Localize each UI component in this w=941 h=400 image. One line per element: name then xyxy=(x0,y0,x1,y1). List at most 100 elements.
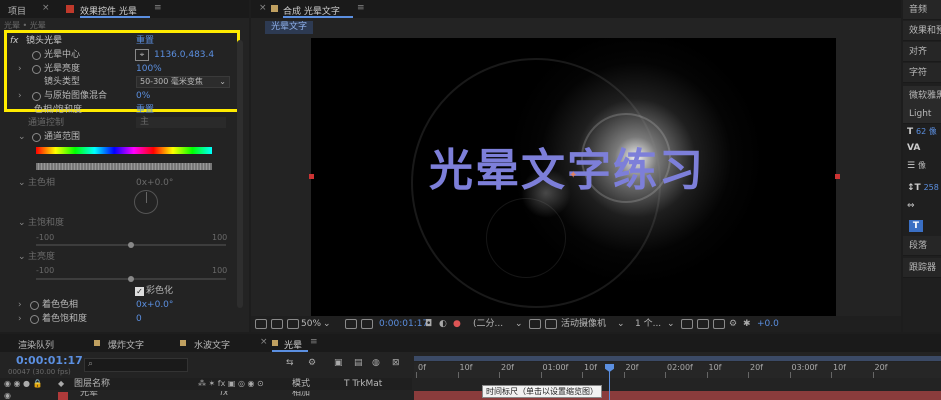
layer-label-color[interactable] xyxy=(58,392,68,400)
exposure-value[interactable]: +0.0 xyxy=(757,316,779,332)
stroke-row[interactable]: ☰ 像 xyxy=(907,158,926,174)
font-size-row[interactable]: T 62 像 xyxy=(907,124,941,140)
chevron-down-icon[interactable]: ⌄ xyxy=(323,316,331,332)
effect-header-row-2[interactable]: 色相/饱和度 重置 xyxy=(0,103,249,117)
graph-editor-icon[interactable]: ⊠ xyxy=(392,358,400,368)
composition-breadcrumb[interactable]: 光晕文字 xyxy=(265,21,314,34)
frame-blend-icon[interactable]: ▤ xyxy=(354,358,363,368)
chevron-down-icon[interactable]: ⌄ xyxy=(667,316,675,332)
color-channel-icon[interactable]: ● xyxy=(453,316,461,332)
camera-dropdown[interactable]: 活动摄像机 xyxy=(561,316,606,332)
tab-project[interactable]: 项目 xyxy=(8,4,26,17)
close-icon[interactable]: × xyxy=(260,337,268,347)
close-icon[interactable]: × xyxy=(259,3,267,13)
expand-arrow-icon[interactable]: › xyxy=(18,298,28,312)
timeline-timecode[interactable]: 0:00:01:17 xyxy=(16,354,83,367)
lock-icon[interactable]: × xyxy=(42,3,50,13)
always-preview-icon[interactable] xyxy=(255,319,267,329)
tab-ripple-text[interactable]: 水波文字 xyxy=(194,338,230,351)
font-size-value[interactable]: 62 像 xyxy=(916,127,937,136)
channel-range-row[interactable]: ⌄ 通道范围 xyxy=(0,130,249,144)
stopwatch-icon[interactable] xyxy=(32,133,41,142)
viewer-timecode[interactable]: 0:00:01:17 xyxy=(379,316,428,332)
panel-align[interactable]: 对齐 xyxy=(903,42,941,62)
anchor-point-icon[interactable]: ✦ xyxy=(569,171,579,181)
column-trkmat[interactable]: T TrkMat xyxy=(344,378,382,390)
column-layer-name[interactable]: 图层名称 xyxy=(74,378,110,390)
motion-blur-icon[interactable]: ◍ xyxy=(372,358,380,368)
prop-value[interactable]: 0 xyxy=(136,312,142,326)
tab-render-queue[interactable]: 渲染队列 xyxy=(18,338,54,351)
timeline-icon[interactable] xyxy=(713,319,725,329)
stopwatch-icon[interactable] xyxy=(30,301,39,310)
reset-exposure-icon[interactable]: ✱ xyxy=(743,316,751,332)
composition-viewer[interactable]: 光晕文字练习 ✦ xyxy=(311,38,836,318)
hue-dial[interactable] xyxy=(134,190,158,214)
work-area-bar[interactable] xyxy=(414,356,941,361)
frame-handle-right[interactable] xyxy=(835,174,840,179)
master-saturation-row[interactable]: ⌄ 主饱和度 xyxy=(0,216,249,230)
comp-mini-flowchart-icon[interactable]: ⇆ xyxy=(286,358,294,368)
layer-visibility-icon[interactable]: ◉ xyxy=(4,391,11,400)
prop-value[interactable]: 0x+0.0° xyxy=(136,176,173,190)
colorize-row[interactable]: ✓ 彩色化 xyxy=(0,284,249,298)
vertical-scale-row[interactable]: ↕T 258 % xyxy=(907,180,941,196)
stroke-value[interactable]: 像 xyxy=(918,161,926,170)
region-icon[interactable] xyxy=(271,319,283,329)
camera-icon[interactable]: ◘ xyxy=(425,316,432,332)
region-of-interest-icon[interactable] xyxy=(529,319,541,329)
transparency-grid-icon[interactable] xyxy=(545,319,557,329)
views-dropdown[interactable]: 1 个... xyxy=(635,316,661,332)
tsume-row[interactable]: ⇔ xyxy=(907,198,915,214)
layer-mode[interactable]: 相加 xyxy=(292,391,310,398)
draft-3d-icon[interactable]: ⚙ xyxy=(308,358,316,368)
zoom-dropdown[interactable]: 50% xyxy=(301,316,321,332)
panel-menu-icon[interactable]: ≡ xyxy=(310,337,318,347)
expand-arrow-icon[interactable]: › xyxy=(18,312,28,326)
panel-character[interactable]: 字符 xyxy=(903,63,941,83)
expand-arrow-icon[interactable]: ⌄ xyxy=(18,176,28,190)
panel-menu-icon[interactable]: ≡ xyxy=(357,3,365,13)
prop-value[interactable]: 0x+0.0° xyxy=(136,298,173,312)
mask-view-icon[interactable] xyxy=(287,319,299,329)
panel-effects-presets[interactable]: 效果和预设 xyxy=(903,21,941,41)
channel-control-row[interactable]: 通道控制 主 xyxy=(0,116,249,130)
layer-row[interactable]: ◉ 光晕 fx 相加 xyxy=(0,391,412,400)
kerning-row[interactable]: VA xyxy=(907,140,920,156)
colorize-sat-row[interactable]: › 着色饱和度 0 xyxy=(0,312,249,326)
chevron-down-icon[interactable]: ⌄ xyxy=(515,316,523,332)
expand-arrow-icon[interactable]: ⌄ xyxy=(18,250,28,264)
panel-tracker[interactable]: 跟踪器 xyxy=(903,258,941,278)
font-family-dropdown[interactable]: 微软雅黑 xyxy=(903,86,941,106)
column-mode[interactable]: 模式 xyxy=(292,378,310,390)
shy-icon[interactable]: ▣ xyxy=(334,358,343,368)
resolution-dropdown[interactable]: (二分... xyxy=(473,316,503,332)
colorize-hue-row[interactable]: › 着色色相 0x+0.0° xyxy=(0,298,249,312)
toggle-icon[interactable] xyxy=(681,319,693,329)
font-style-dropdown[interactable]: Light xyxy=(903,104,941,124)
layer-fx-icon[interactable]: fx xyxy=(220,391,229,398)
tab-explode-text[interactable]: 爆炸文字 xyxy=(108,338,144,351)
saturation-slider-knob[interactable] xyxy=(128,242,134,248)
title-text[interactable]: 光晕文字练习 xyxy=(429,134,705,198)
frame-handle-left[interactable] xyxy=(309,174,314,179)
lightness-slider-knob[interactable] xyxy=(128,276,134,282)
time-ruler[interactable]: 0f 10f 20f 01:00f 10f 20f 02:00f 10f 20f 03:00f 10… xyxy=(414,362,941,378)
grid-icon[interactable] xyxy=(361,319,373,329)
chevron-down-icon[interactable]: ⌄ xyxy=(617,316,625,332)
faux-bold-button[interactable]: T xyxy=(909,220,923,232)
vertical-scale-value[interactable]: 258 % xyxy=(924,183,941,192)
show-snapshot-icon[interactable]: ◐ xyxy=(439,316,447,332)
panel-paragraph[interactable]: 段落 xyxy=(903,236,941,256)
expand-arrow-icon[interactable]: ⌄ xyxy=(18,130,28,144)
stopwatch-icon[interactable] xyxy=(30,315,39,324)
panel-audio[interactable]: 音频 xyxy=(903,0,941,20)
master-lightness-row[interactable]: ⌄ 主亮度 xyxy=(0,250,249,264)
prop-value[interactable]: 主 xyxy=(136,117,226,128)
reset-link[interactable]: 重置 xyxy=(136,103,154,117)
layer-name[interactable]: 光晕 xyxy=(80,391,98,398)
master-hue-row[interactable]: ⌄ 主色相 0x+0.0° xyxy=(0,176,249,190)
flowchart-icon[interactable]: ⚙ xyxy=(729,316,737,332)
layer-search-input[interactable]: ⌕ xyxy=(84,358,188,372)
fit-icon[interactable] xyxy=(345,319,357,329)
